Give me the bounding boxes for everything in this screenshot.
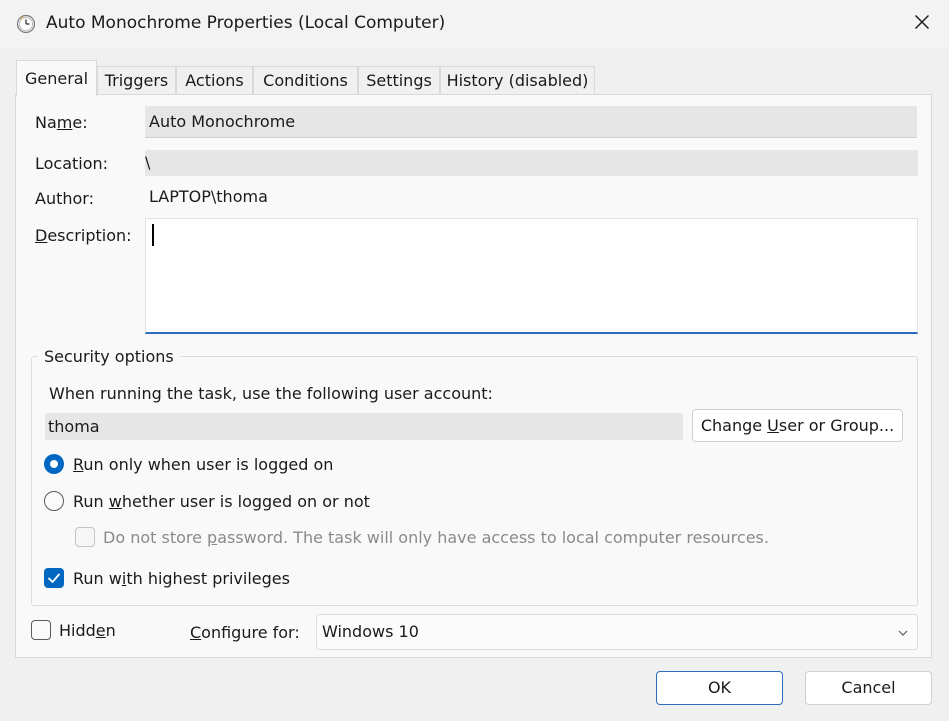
clock-icon bbox=[16, 14, 36, 34]
name-field[interactable]: Auto Monochrome bbox=[145, 106, 917, 138]
author-value: LAPTOP\thoma bbox=[149, 187, 268, 206]
security-options-title: Security options bbox=[38, 347, 180, 366]
run-whether-logged-on-radio[interactable] bbox=[44, 491, 64, 511]
name-label: Name: bbox=[35, 113, 88, 132]
user-account-field: thoma bbox=[45, 413, 683, 440]
run-only-when-logged-on-radio[interactable] bbox=[44, 454, 64, 474]
hidden-checkbox[interactable] bbox=[31, 620, 51, 640]
account-prompt: When running the task, use the following… bbox=[49, 384, 493, 403]
text-caret bbox=[152, 224, 154, 246]
change-user-or-group-button[interactable]: Change User or Group... bbox=[692, 409, 903, 442]
tab-conditions[interactable]: Conditions bbox=[253, 66, 358, 94]
hidden-label[interactable]: Hidden bbox=[59, 621, 116, 640]
checkmark-icon bbox=[48, 573, 60, 583]
highest-privileges-checkbox[interactable] bbox=[44, 568, 64, 588]
configure-for-label: Configure for: bbox=[190, 623, 300, 642]
description-field[interactable] bbox=[145, 218, 918, 334]
tab-history[interactable]: History (disabled) bbox=[440, 66, 595, 94]
location-value: \ bbox=[145, 153, 151, 172]
run-only-when-logged-on-label[interactable]: Run only when user is logged on bbox=[73, 455, 333, 474]
close-icon bbox=[914, 14, 930, 34]
chevron-down-icon bbox=[896, 625, 910, 639]
description-label: Description: bbox=[35, 226, 132, 245]
tab-general[interactable]: General bbox=[16, 60, 97, 96]
location-label: Location: bbox=[35, 154, 109, 173]
tab-triggers[interactable]: Triggers bbox=[97, 66, 176, 94]
location-field bbox=[145, 150, 918, 176]
run-whether-logged-on-label[interactable]: Run whether user is logged on or not bbox=[73, 492, 370, 511]
close-button[interactable] bbox=[900, 4, 944, 44]
window-title: Auto Monochrome Properties (Local Comput… bbox=[46, 13, 446, 33]
ok-button[interactable]: OK bbox=[656, 671, 783, 705]
do-not-store-password-label: Do not store password. The task will onl… bbox=[103, 528, 769, 547]
tab-settings[interactable]: Settings bbox=[358, 66, 440, 94]
highest-privileges-label[interactable]: Run with highest privileges bbox=[73, 569, 290, 588]
cancel-button[interactable]: Cancel bbox=[805, 671, 932, 705]
do-not-store-password-checkbox[interactable] bbox=[75, 527, 95, 547]
tab-actions[interactable]: Actions bbox=[176, 66, 253, 94]
configure-for-value: Windows 10 bbox=[322, 622, 419, 641]
author-label: Author: bbox=[35, 189, 94, 208]
